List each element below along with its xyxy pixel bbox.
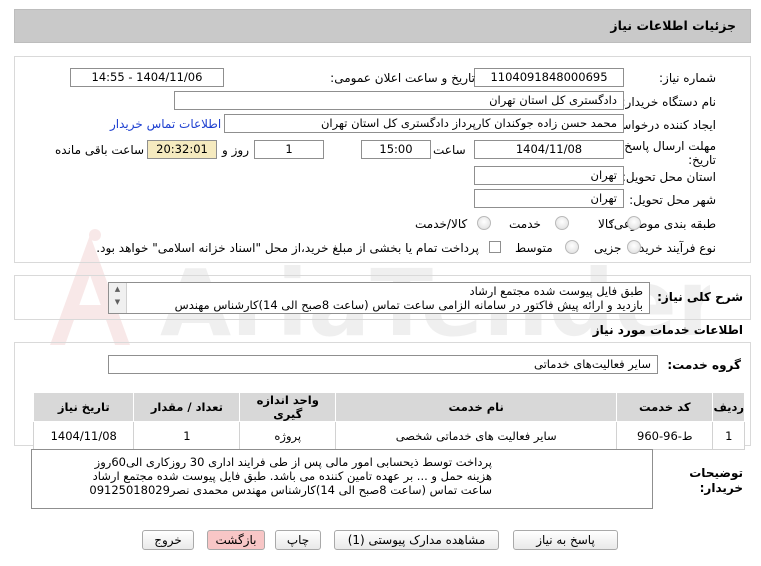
reply-button[interactable]: پاسخ به نیاز <box>513 530 618 550</box>
buyer-field: دادگستری کل استان تهران <box>174 91 624 110</box>
deadline-date-field: 1404/11/08 <box>474 140 624 159</box>
col-qty: تعداد / مقدار <box>133 392 241 422</box>
need-number-field: 1104091848000695 <box>474 68 624 87</box>
buyer-notes-box: پرداخت توسط ذیحسابی امور مالی پس از طی ف… <box>31 449 653 509</box>
city-label: شهر محل تحویل: <box>629 193 716 207</box>
cell-date: 1404/11/08 <box>32 421 135 450</box>
back-button[interactable]: بازگشت <box>207 530 265 550</box>
exit-button[interactable]: خروج <box>142 530 194 550</box>
services-table: ردیف کد خدمت نام خدمت واحد اندازه گیری ت… <box>32 392 745 450</box>
creator-field: محمد حسن زاده جوکندان کارپرداز دادگستری … <box>224 114 624 133</box>
table-header-row: ردیف کد خدمت نام خدمت واحد اندازه گیری ت… <box>32 392 745 422</box>
process-option-medium: متوسط <box>515 241 553 255</box>
treasury-checkbox[interactable] <box>489 241 501 253</box>
cell-code: ط-96-960 <box>616 421 714 450</box>
announce-label: تاریخ و ساعت اعلان عمومی: <box>330 71 475 85</box>
time-label: ساعت <box>433 143 466 157</box>
cell-qty: 1 <box>133 421 241 450</box>
col-date: تاریخ نیاز <box>32 392 135 422</box>
deadline-label: مهلت ارسال پاسخ: تا <box>609 139 716 153</box>
city-field: تهران <box>474 189 624 208</box>
services-section-title: اطلاعات خدمات مورد نیاز <box>592 323 743 337</box>
deadline-time-field: 15:00 <box>361 140 431 159</box>
summary-line-2: بازدید و ارائه پیش فاکتور در سامانه الزا… <box>174 298 643 312</box>
days-field: 1 <box>254 140 324 159</box>
radio-goods-service[interactable] <box>477 216 491 230</box>
radio-goods[interactable] <box>627 216 641 230</box>
announce-field: 1404/11/06 - 14:55 <box>70 68 224 87</box>
info-panel <box>14 56 751 263</box>
scroll-down-icon[interactable]: ▼ <box>109 298 126 307</box>
buyer-notes-label-2: خریدار: <box>699 481 743 495</box>
service-group-label: گروه خدمت: <box>667 358 741 372</box>
radio-service[interactable] <box>555 216 569 230</box>
category-label: طبقه بندی موضوعی: <box>609 217 716 231</box>
buyer-notes-line-3: ساعت تماس (ساعت 8صبح الی 14)کارشناس مهند… <box>89 483 492 497</box>
page-title: جزئیات اطلاعات نیاز <box>610 18 736 33</box>
process-note: پرداخت تمام یا بخشی از مبلغ خرید،از محل … <box>96 241 479 255</box>
remaining-time-field: 20:32:01 <box>147 140 217 159</box>
province-field: تهران <box>474 166 624 185</box>
scroll-up-icon[interactable]: ▲ <box>109 285 126 294</box>
buyer-notes-line-1: پرداخت توسط ذیحسابی امور مالی پس از طی ف… <box>94 455 492 469</box>
buyer-notes-label: توضیحات <box>689 466 743 480</box>
col-name: نام خدمت <box>335 392 618 422</box>
table-row: 1 ط-96-960 سایر فعالیت های خدماتی شخصی پ… <box>32 421 745 450</box>
col-unit: واحد اندازه گیری <box>239 392 337 422</box>
contact-buyer-link[interactable]: اطلاعات تماس خریدار <box>110 117 221 131</box>
radio-minor[interactable] <box>627 240 641 254</box>
cell-row: 1 <box>712 421 745 450</box>
remaining-label: ساعت باقی مانده <box>55 143 145 157</box>
days-label: روز و <box>222 143 249 157</box>
print-button[interactable]: چاپ <box>275 530 321 550</box>
col-row: ردیف <box>712 392 745 422</box>
process-option-minor: جزیی <box>594 241 622 255</box>
service-group-field: سایر فعالیت‌های خدماتی <box>108 355 658 374</box>
cell-name: سایر فعالیت های خدماتی شخصی <box>335 421 618 450</box>
cell-unit: پروژه <box>239 421 337 450</box>
radio-medium[interactable] <box>565 240 579 254</box>
category-option-goods-service: کالا/خدمت <box>415 217 468 231</box>
summary-scrollbar[interactable]: ▲ ▼ <box>109 283 127 313</box>
buyer-label: نام دستگاه خریدار: <box>621 95 717 109</box>
page-header: جزئیات اطلاعات نیاز <box>14 9 751 43</box>
view-attachments-button[interactable]: مشاهده مدارک پیوستی (1) <box>334 530 499 550</box>
summary-line-1: طبق فایل پیوست شده مجتمع ارشاد <box>469 284 643 298</box>
category-option-service: خدمت <box>509 217 541 231</box>
deadline-label-date: تاریخ: <box>688 153 716 167</box>
summary-label: شرح کلی نیاز: <box>657 290 743 304</box>
process-label: نوع فرآیند خرید : <box>631 241 716 255</box>
category-option-goods: کالا <box>598 217 615 231</box>
col-code: کد خدمت <box>616 392 714 422</box>
province-label: استان محل تحویل: <box>621 170 716 184</box>
need-number-label: شماره نیاز: <box>659 71 716 85</box>
buyer-notes-line-2: هزینه حمل و ... بر عهده تامین کننده می ب… <box>92 469 492 483</box>
summary-textarea[interactable]: ▲ ▼ طبق فایل پیوست شده مجتمع ارشاد بازدی… <box>108 282 650 314</box>
